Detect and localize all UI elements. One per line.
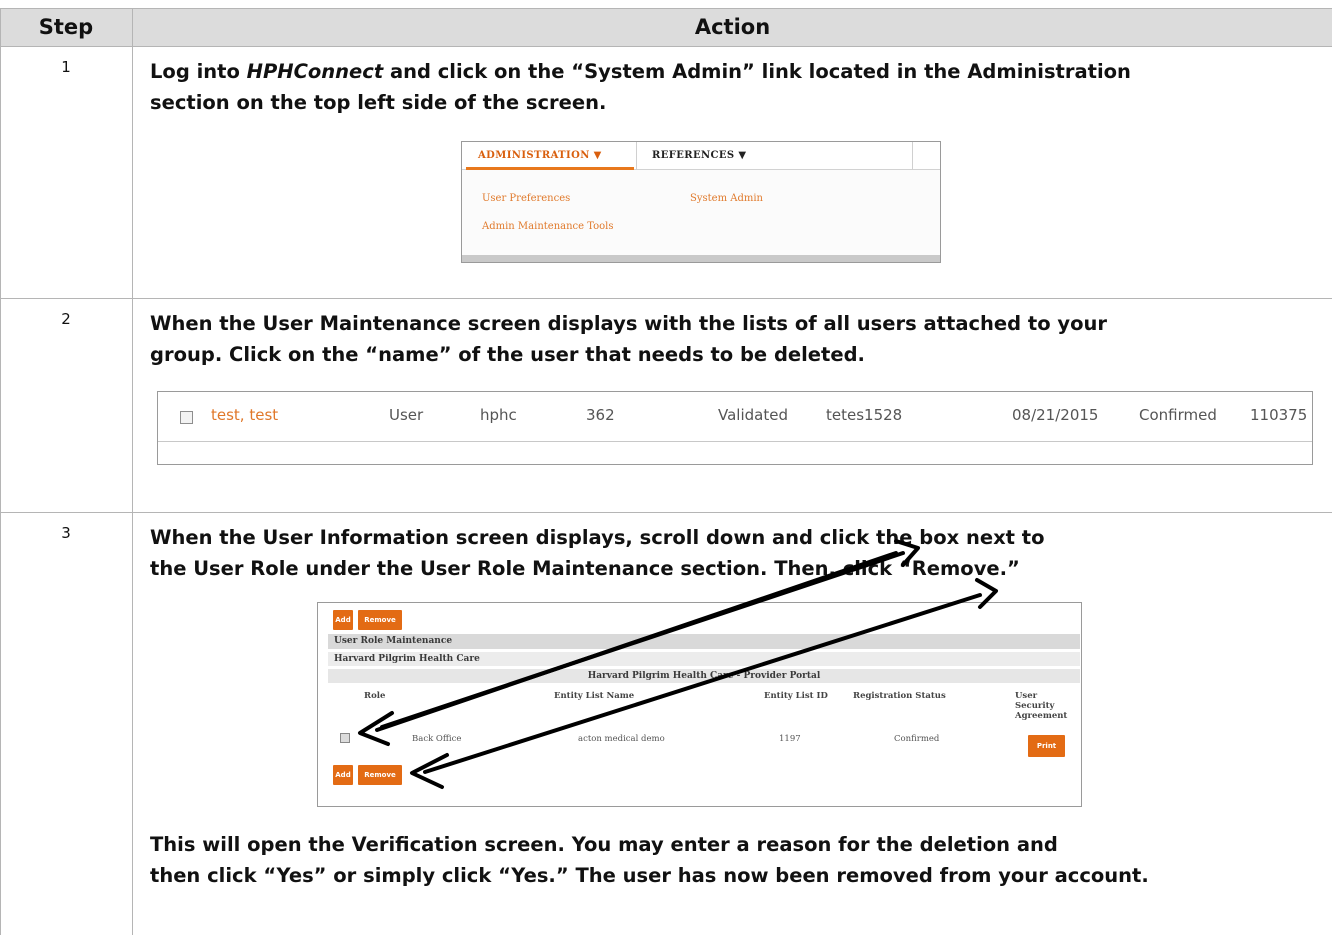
callout-arrows <box>358 539 998 789</box>
